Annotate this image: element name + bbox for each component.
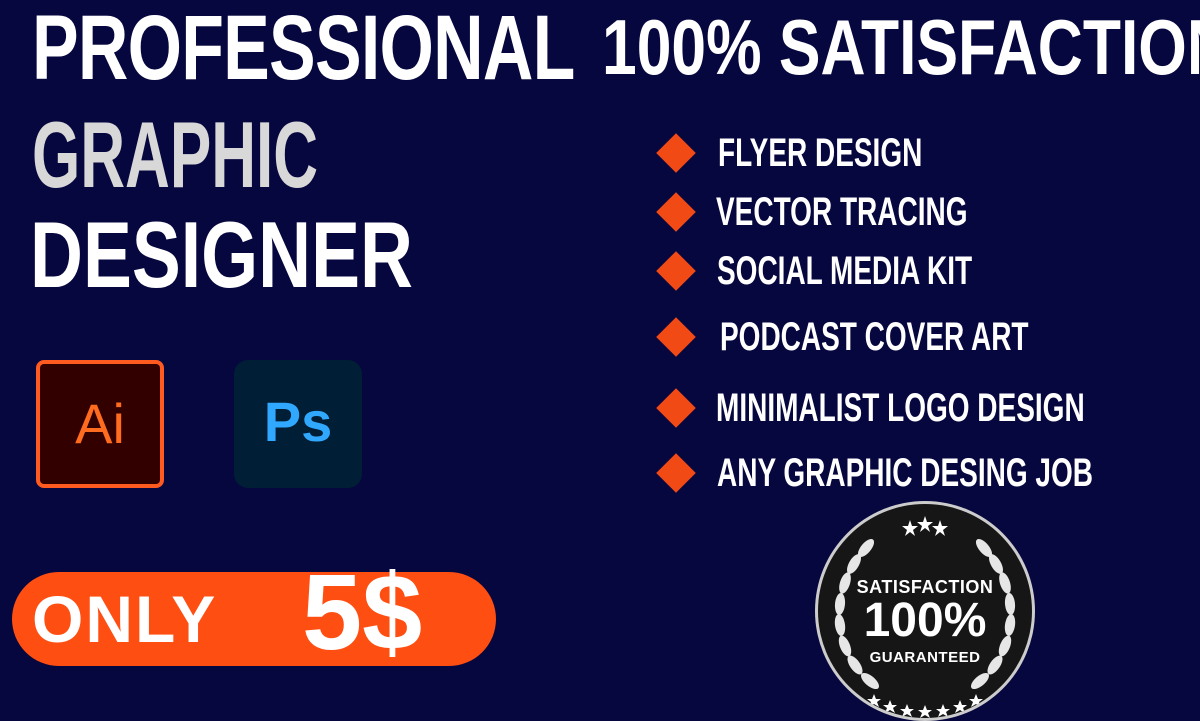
photoshop-abbr: Ps [263,390,333,453]
price-pill: ONLY 5$ [12,558,496,666]
price-value: 5$ [302,551,423,672]
satisfaction-guarantee-badge: SATISFACTION 100% GUARANTEED [818,504,1032,718]
diamond-bullet-icon [656,453,696,493]
badge-bottom-text: GUARANTEED [869,649,981,666]
diamond-bullet-icon [656,317,696,357]
service-label: ANY GRAPHIC DESING JOB [717,451,1093,495]
illustrator-abbr: Ai [75,392,125,455]
price-label: ONLY [32,582,218,656]
diamond-bullet-icon [656,192,696,232]
service-label: SOCIAL MEDIA KIT [717,249,973,293]
diamond-bullet-icon [656,251,696,291]
service-label: MINIMALIST LOGO DESIGN [716,386,1085,430]
service-label: PODCAST COVER ART [720,315,1029,359]
adobe-illustrator-icon: Ai [36,360,164,488]
diamond-bullet-icon [656,388,696,428]
badge-percent: 100% [863,594,987,647]
diamond-bullet-icon [656,133,696,173]
promo-banner: PROFESSIONAL GRAPHIC DESIGNER 100% SATIS… [0,0,1200,721]
service-label: VECTOR TRACING [716,190,968,234]
service-label: FLYER DESIGN [718,131,923,175]
adobe-photoshop-icon: Ps [234,360,362,488]
